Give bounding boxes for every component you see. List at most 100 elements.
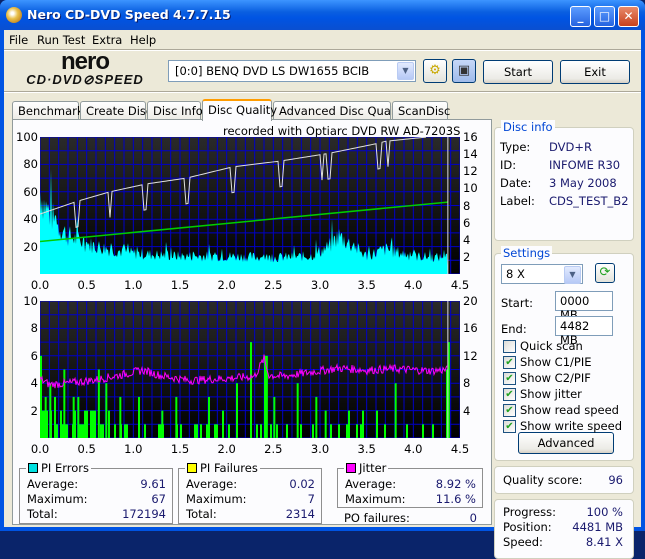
y-left-tick: 100 (16, 130, 38, 144)
jitter-average: 8.92 % (435, 477, 476, 491)
position-value: 4481 MB (572, 520, 623, 534)
checkbox-show-write-speed[interactable]: ✔ (503, 420, 516, 433)
end-label: End: (501, 322, 527, 336)
pi-failure-spike (72, 396, 75, 438)
quality-score-value: 96 (608, 473, 623, 487)
pi-failure-bar (144, 424, 146, 438)
pi-failure-bar (286, 424, 288, 438)
quality-score-label: Quality score: (503, 473, 583, 487)
tab-benchmark[interactable]: Benchmark (12, 101, 84, 120)
pi-failure-bar (42, 410, 44, 438)
checkbox-show-jitter[interactable]: ✔ (503, 388, 516, 401)
x-tick: 1.0 (124, 442, 143, 456)
checkbox-label[interactable]: Show write speed (520, 419, 622, 433)
progress-label: Progress: (503, 505, 556, 519)
pi-failure-spike (394, 383, 397, 438)
checkbox-label[interactable]: Show jitter (520, 387, 582, 401)
menu-help[interactable]: Help (130, 33, 156, 47)
pi-failure-bar (60, 410, 62, 438)
pi-failure-bar (384, 424, 386, 438)
window-title: Nero CD-DVD Speed 4.7.7.15 (27, 7, 231, 22)
refresh-icon: ⟳ (599, 265, 611, 280)
settings-title: Settings (501, 246, 553, 260)
logo-nero: nero (60, 48, 110, 75)
minimize-button[interactable]: _ (570, 6, 591, 27)
pi-errors-average-label: Average: (27, 477, 79, 491)
tab-advanced-disc-quality[interactable]: Advanced Disc Quality (273, 101, 409, 120)
end-input[interactable]: 4482 MB (555, 316, 613, 347)
jitter-maximum: 11.6 % (435, 492, 476, 506)
pi-failure-bar (84, 410, 86, 438)
checkbox-label[interactable]: Show read speed (520, 403, 619, 417)
checkbox-show-c2-pif[interactable]: ✔ (503, 372, 516, 385)
pi-failure-bar (180, 424, 182, 438)
x-tick: 4.5 (450, 442, 470, 456)
pi-errors-total-label: Total: (27, 507, 58, 521)
y-right-tick: 6 (463, 215, 471, 230)
y-left-tick: 4 (30, 376, 38, 391)
pi-failure-bar (356, 424, 358, 438)
menu-run-test[interactable]: Run Test (37, 33, 85, 47)
advanced-button[interactable]: Advanced (518, 432, 614, 454)
progress-value: 100 % (586, 505, 623, 519)
drive-select-value: [0:0] BENQ DVD LS DW1655 BCIB (175, 64, 370, 78)
speed-select[interactable]: 8 X ▼ (501, 264, 583, 284)
tab-scandisc[interactable]: ScanDisc (392, 101, 450, 120)
pi-failure-bar (300, 424, 302, 438)
disc-label-label: Label: (500, 194, 535, 208)
menu-file[interactable]: File (9, 33, 28, 47)
pi-failure-spike (44, 396, 47, 438)
pi-failure-spike (138, 396, 140, 438)
pi-failures-maximum: 7 (307, 492, 315, 506)
tab-disc-quality[interactable]: Disc Quality (202, 99, 277, 121)
exit-button[interactable]: Exit (560, 60, 630, 84)
chevron-down-icon[interactable]: ▼ (397, 62, 414, 80)
save-button[interactable]: ▣ (452, 59, 476, 83)
menu-extra[interactable]: Extra (92, 33, 122, 47)
y-left-tick: 40 (23, 212, 38, 227)
y-right-tick: 10 (463, 181, 478, 196)
progress-group: Progress: 100 % Position: 4481 MB Speed:… (494, 499, 634, 559)
pi-failure-bar (276, 424, 278, 438)
start-input[interactable]: 0000 MB (555, 291, 613, 322)
checkbox-quick-scan[interactable] (503, 340, 516, 353)
speed-value: 8.41 X (585, 535, 623, 549)
pi-failure-bar (216, 424, 218, 438)
po-failures-label: PO failures: (344, 511, 410, 525)
pi-failure-spike (296, 383, 299, 438)
y-left-tick: 2 (30, 403, 38, 418)
pi-failures-total: 2314 (285, 507, 315, 521)
y-left-tick: 80 (23, 157, 38, 172)
close-button[interactable]: ✕ (618, 6, 639, 27)
refresh-button[interactable]: ⟳ (595, 263, 615, 283)
pi-failure-bar (124, 424, 126, 438)
checkbox-show-read-speed[interactable]: ✔ (503, 404, 516, 417)
pi-errors-swatch (28, 463, 38, 473)
x-tick: 4.0 (404, 442, 423, 456)
pi-failure-bar (346, 424, 348, 438)
checkbox-show-c1-pie[interactable]: ✔ (503, 356, 516, 369)
chevron-down-icon[interactable]: ▼ (564, 266, 581, 284)
x-tick: 3.5 (357, 278, 376, 292)
maximize-button[interactable]: □ (594, 6, 615, 27)
pi-failure-bar (206, 424, 208, 438)
x-tick: 3.0 (310, 442, 330, 456)
pi-failure-spike (54, 396, 56, 438)
y-right-tick: 14 (463, 147, 478, 162)
pi-failure-spike (77, 396, 80, 438)
tab-disc-info[interactable]: Disc Info (147, 101, 203, 120)
checkbox-label[interactable]: Show C1/PIE (520, 355, 592, 369)
title-bar[interactable]: Nero CD-DVD Speed 4.7.7.15 _ □ ✕ (0, 0, 645, 30)
pi-failure-bar (158, 424, 160, 438)
pi-failures-swatch (187, 463, 197, 473)
tab-create-disc[interactable]: Create Disc (80, 101, 152, 120)
drive-settings-button[interactable]: ⚙ (423, 59, 447, 83)
drive-select[interactable]: [0:0] BENQ DVD LS DW1655 BCIB ▼ (168, 60, 416, 82)
checkbox-label[interactable]: Show C2/PIF (520, 371, 591, 385)
jitter-group: Jitter Average: 8.92 % Maximum: 11.6 % (337, 461, 483, 508)
start-button[interactable]: Start (483, 60, 553, 84)
x-tick: 3.0 (310, 278, 330, 292)
checkbox-label[interactable]: Quick scan (520, 339, 583, 353)
pi-failure-spike (175, 396, 178, 438)
pi-failure-spike (348, 410, 350, 438)
